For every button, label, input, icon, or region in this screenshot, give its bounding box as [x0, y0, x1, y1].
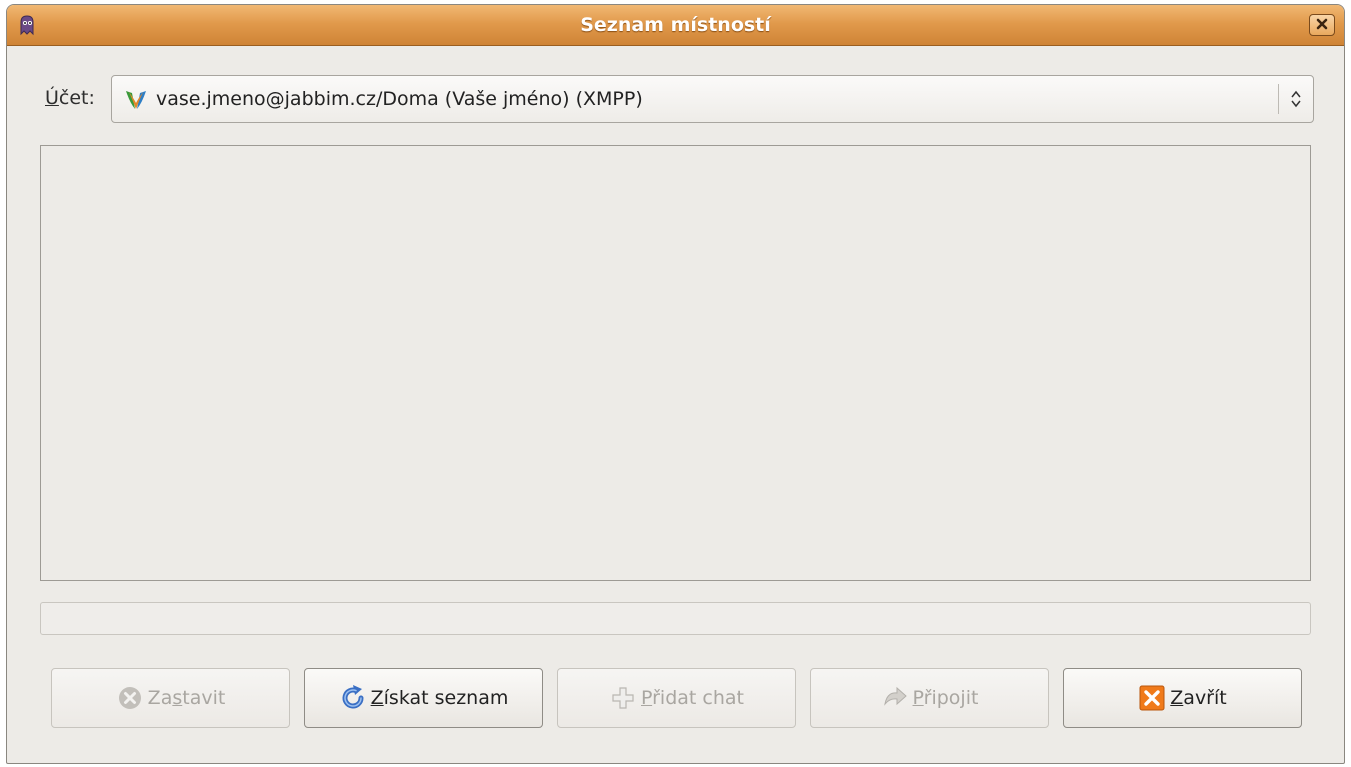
stop-icon [116, 684, 144, 712]
get-list-button-label: Získat seznam [370, 687, 509, 709]
jump-icon [881, 684, 909, 712]
close-button[interactable]: Zavřít [1063, 668, 1302, 728]
account-select-value: vase.jmeno@jabbim.cz/Doma (Vaše jméno) (… [156, 88, 643, 110]
account-select[interactable]: vase.jmeno@jabbim.cz/Doma (Vaše jméno) (… [111, 75, 1314, 123]
stop-button[interactable]: Zastavit [51, 668, 290, 728]
progress-bar [40, 602, 1311, 635]
close-button-label: Zavřít [1170, 687, 1227, 709]
room-list[interactable] [40, 145, 1311, 581]
close-icon [1138, 684, 1166, 712]
join-button[interactable]: Připojit [810, 668, 1049, 728]
window-close-button[interactable] [1309, 14, 1335, 36]
add-chat-button[interactable]: Přidat chat [557, 668, 796, 728]
stop-button-label: Zastavit [147, 687, 226, 709]
title-bar[interactable]: Seznam místností [7, 5, 1344, 46]
close-icon [1315, 14, 1329, 36]
room-list-dialog: Seznam místností Účet: vase.jmeno@jabbim… [6, 4, 1345, 764]
get-list-button[interactable]: Získat seznam [304, 668, 543, 728]
account-label: Účet: [45, 87, 95, 109]
combo-separator [1278, 84, 1279, 114]
updown-arrows-icon [1289, 88, 1303, 110]
add-chat-button-label: Přidat chat [641, 687, 744, 709]
xmpp-icon [124, 89, 148, 111]
join-button-label: Připojit [912, 687, 979, 709]
window-title: Seznam místností [580, 14, 771, 36]
add-icon [609, 684, 637, 712]
account-row: Účet: vase.jmeno@jabbim.cz/Doma (Vaše jm… [39, 75, 1314, 125]
refresh-icon [339, 684, 367, 712]
